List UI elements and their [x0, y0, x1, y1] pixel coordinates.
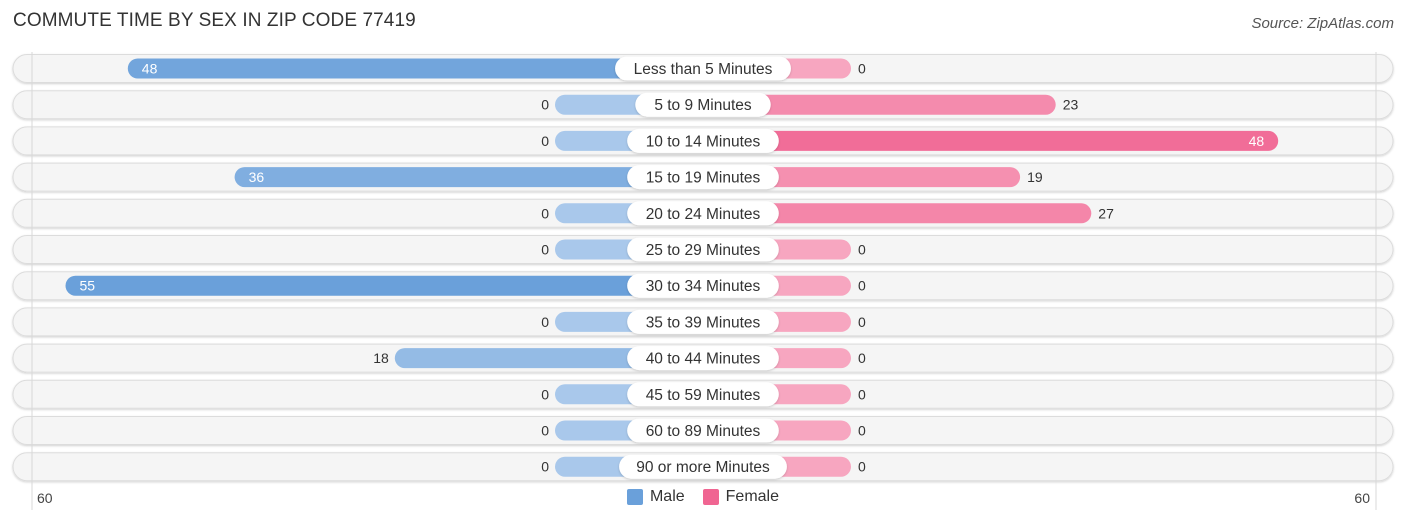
male-value-label: 55: [80, 278, 96, 294]
category-label: 10 to 14 Minutes: [646, 133, 761, 150]
bar-row: Less than 5 Minutes 48 0: [12, 54, 1394, 83]
category-label: 30 to 34 Minutes: [646, 278, 761, 295]
legend-swatch-male: [626, 489, 643, 505]
male-value-label: 48: [142, 61, 158, 77]
category-label: 45 to 59 Minutes: [646, 387, 761, 404]
female-value-label: 0: [858, 386, 866, 402]
male-value-label: 0: [541, 459, 549, 475]
male-value-label: 0: [541, 205, 549, 221]
legend-label-male: Male: [649, 488, 685, 505]
category-label: 25 to 29 Minutes: [646, 242, 761, 259]
category-label: 15 to 19 Minutes: [646, 170, 761, 187]
category-label: 40 to 44 Minutes: [646, 351, 761, 368]
category-label: 5 to 9 Minutes: [654, 97, 752, 114]
category-label: Less than 5 Minutes: [634, 61, 773, 78]
bar-row: 60 to 89 Minutes 0 0: [12, 416, 1394, 445]
bar-row: 25 to 29 Minutes 0 0: [12, 235, 1394, 264]
female-value-label: 0: [858, 314, 866, 330]
category-label: 20 to 24 Minutes: [646, 206, 761, 223]
female-bar: [693, 130, 1279, 151]
category-label: 60 to 89 Minutes: [646, 423, 761, 440]
bar-row: 90 or more Minutes 0 0: [12, 452, 1394, 482]
male-value-label: 0: [541, 386, 549, 402]
bar-row: 5 to 9 Minutes 0 23: [12, 90, 1394, 120]
bar-row: 35 to 39 Minutes 0 0: [12, 307, 1394, 337]
bar-row: 15 to 19 Minutes 36 19: [12, 162, 1394, 192]
female-value-label: 0: [858, 242, 866, 258]
male-value-label: 0: [541, 97, 549, 113]
bar-row: 10 to 14 Minutes 0 48: [12, 126, 1394, 156]
male-value-label: 36: [249, 169, 265, 185]
female-value-label: 0: [858, 459, 866, 475]
male-value-label: 18: [373, 350, 389, 366]
bar-row: 30 to 34 Minutes 55 0: [12, 271, 1394, 301]
male-value-label: 0: [541, 242, 549, 258]
legend-swatch-female: [702, 489, 719, 505]
female-value-label: 0: [858, 61, 866, 77]
male-value-label: 0: [541, 133, 549, 149]
bar-row: 45 to 59 Minutes 0 0: [12, 379, 1394, 409]
legend-item-female[interactable]: Female: [702, 488, 780, 506]
legend: Male Female: [0, 488, 1406, 506]
legend-label-female: Female: [725, 488, 780, 505]
category-label: 90 or more Minutes: [636, 459, 770, 476]
female-value-label: 23: [1063, 97, 1079, 113]
category-label: 35 to 39 Minutes: [646, 314, 761, 331]
female-value-label: 48: [1249, 133, 1265, 149]
female-value-label: 0: [858, 423, 866, 439]
female-value-label: 0: [858, 350, 866, 366]
bar-row: 40 to 44 Minutes 18 0: [12, 343, 1394, 373]
male-value-label: 0: [541, 314, 549, 330]
male-value-label: 0: [541, 423, 549, 439]
chart-plot: Less than 5 Minutes 48 0 5 to 9 Minutes 0 23 1…: [12, 52, 1394, 510]
bar-row: 20 to 24 Minutes 0 27: [12, 198, 1394, 228]
legend-item-male[interactable]: Male: [626, 488, 685, 506]
female-value-label: 27: [1098, 205, 1114, 221]
female-value-label: 0: [858, 278, 866, 294]
female-value-label: 19: [1027, 169, 1043, 185]
male-bar: [65, 275, 713, 296]
